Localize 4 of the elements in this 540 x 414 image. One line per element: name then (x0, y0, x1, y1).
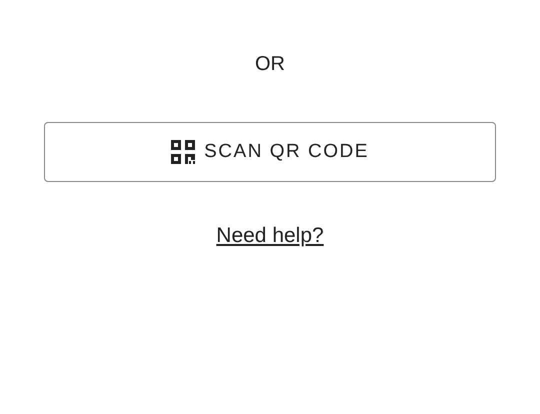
or-separator-text: OR (255, 52, 285, 76)
scan-qr-code-button[interactable]: SCAN QR CODE (44, 122, 496, 182)
qr-code-icon (171, 140, 196, 164)
need-help-link[interactable]: Need help? (216, 220, 324, 252)
